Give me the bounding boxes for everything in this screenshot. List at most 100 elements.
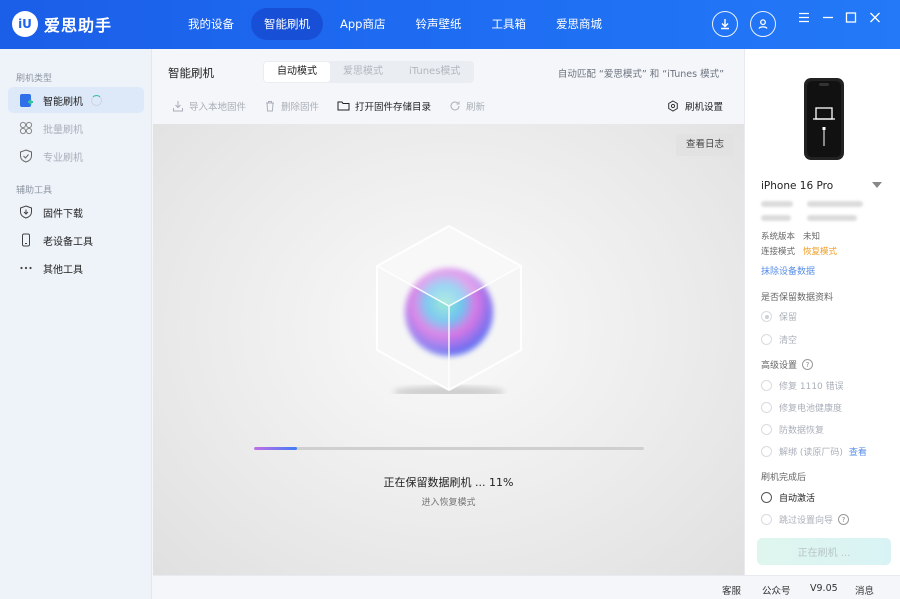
radio-button [761,424,772,435]
app-logo: iU 爱思助手 [12,11,112,37]
device-name: iPhone 16 Pro [761,180,834,192]
tab-aisi-mode[interactable]: 爱思模式 [330,62,396,82]
page-title: 智能刷机 [168,66,214,80]
firmware-download-icon [18,204,34,220]
menu-icon[interactable] [797,10,811,24]
radio-button [761,446,772,457]
top-bar: iU 爱思助手 我的设备 智能刷机 App商店 铃声壁纸 工具箱 爱思商城 [0,0,900,49]
sidebar-item-label: 专业刷机 [43,152,83,164]
sidebar-item-pro-flash[interactable]: 专业刷机 [8,143,144,169]
messages-link[interactable]: 消息 [855,583,874,597]
fix-1110-label: 修复 1110 错误 [779,382,844,392]
app-name: 爱思助手 [44,16,113,35]
loading-spinner-icon [91,94,102,106]
close-icon[interactable] [868,10,882,24]
help-icon[interactable]: ? [838,514,850,525]
more-icon [18,260,34,276]
redacted-field [807,201,863,207]
auto-activate-option[interactable]: 自动激活 [761,491,815,504]
sidebar: 刷机类型 智能刷机 批量刷机 专业刷机 辅助工具 固件下载 老设备工具 其他工具 [0,49,152,599]
keep-data-option[interactable]: 保留 [761,310,797,323]
open-firmware-dir-button[interactable]: 打开固件存储目录 [337,99,431,113]
redacted-field [761,201,793,207]
auto-match-note: 自动匹配 “爱思模式” 和 “iTunes 模式” [557,69,724,80]
sidebar-group-flash-type: 刷机类型 [16,74,53,84]
connect-mode-value: 恢复模式 [803,247,838,257]
auto-activate-label: 自动激活 [779,494,816,504]
fix-1110-option[interactable]: 修复 1110 错误 [761,379,844,392]
minimize-icon[interactable] [821,10,835,24]
nav-ringtones[interactable]: 铃声壁纸 [402,8,474,40]
version-label[interactable]: V9.05 [810,583,838,594]
import-firmware-button[interactable]: 导入本地固件 [172,99,246,113]
refresh-label: 刷新 [466,102,486,113]
sidebar-item-label: 老设备工具 [43,236,93,248]
nav-my-device[interactable]: 我的设备 [175,8,247,40]
firmware-toolbar: 导入本地固件 删除固件 打开固件存储目录 刷新 [172,99,503,113]
sidebar-item-old-device-tools[interactable]: 老设备工具 [8,227,144,253]
anti-recovery-option[interactable]: 防数据恢复 [761,423,824,436]
sidebar-item-batch-flash[interactable]: 批量刷机 [8,115,144,141]
advanced-settings-label: 高级设置 [761,361,798,371]
sidebar-item-label: 固件下载 [43,208,83,220]
view-log-button[interactable]: 查看日志 [675,134,734,156]
flash-cube-graphic [376,224,522,394]
folder-icon [337,101,350,111]
logo-icon: iU [12,11,38,37]
nav-toolbox[interactable]: 工具箱 [478,8,539,40]
radio-button [761,380,772,391]
connect-mode-row: 连接模式 恢复模式 [761,245,837,257]
nav-store[interactable]: 爱思商城 [543,8,615,40]
flash-settings-button[interactable]: 刷机设置 [667,99,723,113]
erase-device-link[interactable]: 抹除设备数据 [761,264,815,277]
tab-auto-mode[interactable]: 自动模式 [264,62,330,82]
redacted-field [761,215,791,221]
import-firmware-label: 导入本地固件 [189,102,247,113]
user-icon[interactable] [750,11,776,37]
sidebar-item-smart-flash[interactable]: 智能刷机 [8,87,144,113]
main-nav: 我的设备 智能刷机 App商店 铃声壁纸 工具箱 爱思商城 [175,8,619,40]
flash-progress-bar [254,447,644,450]
flash-stage: 查看日志 正在保留数据刷机 ... 11% 进入恢复模式 [153,124,744,575]
flashing-button[interactable]: 正在刷机 ... [757,538,891,565]
flash-status-text: 正在保留数据刷机 ... 11% [383,476,514,489]
sidebar-item-firmware-download[interactable]: 固件下载 [8,199,144,225]
keep-data-title: 是否保留数据资料 [761,293,834,303]
nav-app-store[interactable]: App商店 [327,8,398,40]
fix-battery-option[interactable]: 修复电池健康度 [761,401,842,414]
keep-data-label: 保留 [779,313,798,323]
connect-mode-label: 连接模式 [761,247,796,257]
official-account-link[interactable]: 公众号 [762,583,791,597]
unbind-option[interactable]: 解绑 (读原厂码) 查看 [761,445,867,458]
after-flash-title: 刷机完成后 [761,473,807,483]
shield-check-icon [18,148,34,164]
skip-setup-option[interactable]: 跳过设置向导? [761,513,850,526]
radio-button [761,311,772,322]
anti-recovery-label: 防数据恢复 [779,426,825,436]
chevron-down-icon[interactable] [872,182,882,188]
advanced-settings-title: 高级设置? [761,358,814,371]
status-footer: 客服 公众号 V9.05 消息 [153,575,900,599]
nav-smart-flash[interactable]: 智能刷机 [251,8,323,40]
view-link[interactable]: 查看 [849,445,867,458]
delete-firmware-button[interactable]: 删除固件 [264,99,319,113]
gear-icon [668,100,678,112]
sidebar-item-other-tools[interactable]: 其他工具 [8,255,144,281]
sidebar-group-tools: 辅助工具 [16,186,53,196]
sidebar-item-label: 智能刷机 [43,96,83,108]
batch-icon [18,120,34,136]
refresh-button[interactable]: 刷新 [449,99,485,113]
maximize-icon[interactable] [844,10,858,24]
flash-plus-icon [18,92,34,108]
trash-icon [266,101,275,112]
download-icon[interactable] [712,11,738,37]
redacted-field [807,215,857,221]
radio-button [761,402,772,413]
clear-data-label: 清空 [779,336,798,346]
skip-setup-label: 跳过设置向导 [779,516,834,526]
customer-service-link[interactable]: 客服 [722,583,741,597]
help-icon[interactable]: ? [802,359,814,370]
sidebar-item-label: 批量刷机 [43,124,83,136]
tab-itunes-mode[interactable]: iTunes模式 [396,62,473,82]
clear-data-option[interactable]: 清空 [761,333,797,346]
